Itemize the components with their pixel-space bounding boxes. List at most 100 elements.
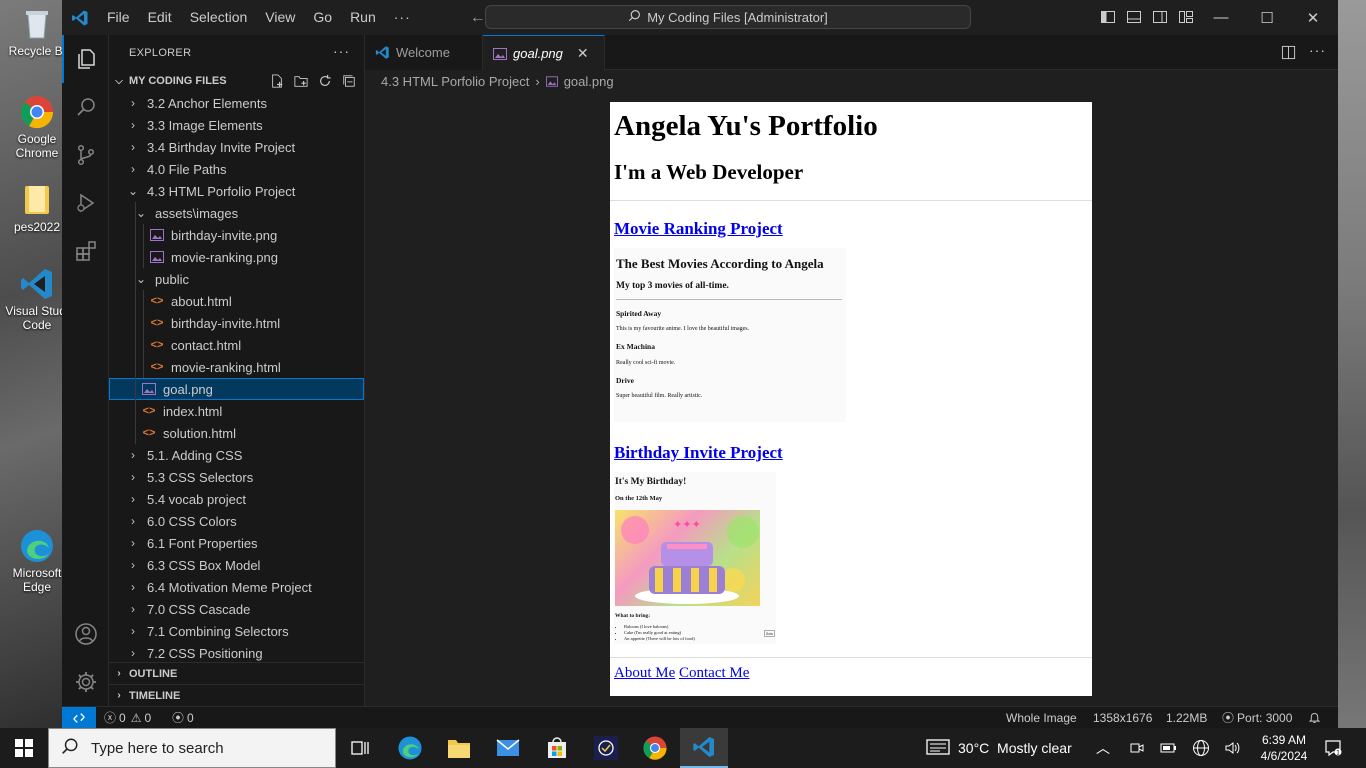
tree-folder-item[interactable]: › 5.4 vocab project — [109, 488, 364, 510]
collapse-all-icon[interactable] — [340, 73, 358, 89]
volume-icon[interactable] — [1224, 728, 1242, 768]
tree-folder-item[interactable]: › 4.0 File Paths — [109, 158, 364, 180]
tab-goal-png[interactable]: goal.png ✕ — [483, 35, 605, 71]
html-file-icon: <> — [142, 427, 156, 439]
tree-folder-item[interactable]: ⌄ assets\images — [109, 202, 364, 224]
split-editor-icon[interactable] — [1281, 45, 1296, 65]
microsoft-store-icon[interactable] — [533, 728, 581, 768]
tree-folder-item[interactable]: › 6.3 CSS Box Model — [109, 554, 364, 576]
toggle-secondary-sidebar-icon[interactable] — [1152, 9, 1168, 25]
tree-item-label: index.html — [163, 403, 223, 419]
tree-file-item[interactable]: birthday-invite.png — [109, 224, 364, 246]
divider — [610, 200, 1092, 201]
image-preview[interactable]: Angela Yu's Portfolio I'm a Web Develope… — [610, 102, 1092, 696]
pes-game-icon[interactable] — [582, 728, 630, 768]
tree-folder-item[interactable]: › 7.0 CSS Cascade — [109, 598, 364, 620]
outline-section-header[interactable]: › OUTLINE — [109, 662, 364, 684]
source-control-icon[interactable] — [62, 131, 109, 179]
manage-gear-icon[interactable] — [62, 658, 109, 706]
clock[interactable]: 6:39 AM 4/6/2024 — [1252, 728, 1316, 768]
menu-edit[interactable]: Edit — [139, 0, 181, 35]
tree-file-item[interactable]: <> index.html — [109, 400, 364, 422]
maximize-icon[interactable]: ☐ — [1244, 0, 1290, 35]
customize-layout-icon[interactable] — [1178, 9, 1194, 25]
tab-welcome[interactable]: Welcome — [365, 35, 483, 70]
close-tab-icon[interactable]: ✕ — [577, 45, 589, 62]
tree-folder-item[interactable]: › 3.4 Birthday Invite Project — [109, 136, 364, 158]
sidebar-more-icon[interactable]: ··· — [333, 43, 350, 59]
chevron-right-icon: › — [131, 602, 135, 616]
vscode-logo-icon — [62, 0, 98, 35]
problems-indicator[interactable]: ⓧ 0 ⚠ 0 — [104, 707, 151, 728]
new-file-icon[interactable] — [268, 73, 286, 89]
meet-now-icon[interactable] — [1129, 728, 1145, 768]
task-view-icon[interactable] — [336, 728, 384, 768]
menu-run[interactable]: Run — [341, 0, 385, 35]
file-explorer-icon[interactable] — [435, 728, 483, 768]
tree-item-label: 7.2 CSS Positioning — [147, 645, 263, 661]
tree-folder-item[interactable]: › 5.3 CSS Selectors — [109, 466, 364, 488]
image-file-icon — [149, 250, 165, 264]
tree-file-item[interactable]: <> movie-ranking.html — [109, 356, 364, 378]
breadcrumb-file[interactable]: goal.png — [564, 74, 614, 89]
accounts-icon[interactable] — [62, 610, 109, 658]
toggle-primary-sidebar-icon[interactable] — [1100, 9, 1116, 25]
tree-item-label: 3.3 Image Elements — [147, 117, 263, 133]
chevron-right-icon: › — [131, 470, 135, 484]
battery-network-icon[interactable] — [1160, 728, 1178, 768]
timeline-section-header[interactable]: › TIMELINE — [109, 684, 364, 706]
start-windows-icon[interactable] — [0, 728, 48, 768]
new-folder-icon[interactable] — [292, 73, 310, 89]
tree-folder-item[interactable]: › 3.3 Image Elements — [109, 114, 364, 136]
menu-more-icon[interactable]: ··· — [385, 0, 420, 35]
tree-folder-item[interactable]: › 3.2 Anchor Elements — [109, 92, 364, 114]
command-center[interactable]: My Coding Files [Administrator] — [485, 5, 971, 29]
tree-file-item[interactable]: <> solution.html — [109, 422, 364, 444]
image-zoom-status[interactable]: Whole Image — [1006, 707, 1077, 728]
weather-widget[interactable]: 30°C Mostly clear — [926, 728, 1072, 768]
editor-more-actions-icon[interactable]: ··· — [1309, 42, 1326, 58]
search-icon[interactable] — [62, 83, 109, 131]
show-hidden-icons-chevron-up-icon[interactable]: ︿ — [1096, 728, 1110, 768]
close-window-icon[interactable]: ✕ — [1290, 0, 1336, 35]
edge-taskbar-icon[interactable] — [386, 728, 434, 768]
breadcrumb-folder[interactable]: 4.3 HTML Porfolio Project — [381, 74, 529, 89]
tree-file-item[interactable]: <> about.html — [109, 290, 364, 312]
chrome-taskbar-icon[interactable] — [631, 728, 679, 768]
tree-folder-item[interactable]: ⌄ public — [109, 268, 364, 290]
tree-folder-item[interactable]: › 6.4 Motivation Meme Project — [109, 576, 364, 598]
workspace-folder-header[interactable]: ⌵ MY CODING FILES — [109, 70, 364, 92]
menu-selection[interactable]: Selection — [181, 0, 257, 35]
menu-file[interactable]: File — [98, 0, 139, 35]
tree-folder-item[interactable]: › 5.1. Adding CSS — [109, 444, 364, 466]
extensions-icon[interactable] — [62, 227, 109, 275]
tab-label: goal.png — [513, 46, 563, 61]
mail-icon[interactable] — [484, 728, 532, 768]
tree-folder-item[interactable]: › 7.1 Combining Selectors — [109, 620, 364, 642]
minimize-icon[interactable]: — — [1198, 0, 1244, 35]
explorer-icon[interactable] — [62, 35, 109, 83]
notifications-bell-icon[interactable] — [1308, 707, 1321, 728]
folder-actions — [268, 73, 358, 89]
tree-folder-item[interactable]: › 7.2 CSS Positioning — [109, 642, 364, 664]
taskbar-search-box[interactable]: Type here to search — [48, 728, 336, 768]
sidebar-title: EXPLORER — [129, 46, 192, 59]
tree-folder-item[interactable]: › 6.1 Font Properties — [109, 532, 364, 554]
tree-file-item[interactable]: <> contact.html — [109, 334, 364, 356]
notification-center-icon[interactable]: 1 — [1324, 728, 1342, 768]
remote-indicator-icon[interactable] — [62, 707, 96, 728]
globe-network-icon[interactable] — [1192, 728, 1210, 768]
menu-view[interactable]: View — [256, 0, 304, 35]
vscode-taskbar-icon[interactable] — [680, 728, 728, 768]
tree-file-item[interactable]: goal.png — [109, 378, 364, 400]
tree-file-item[interactable]: <> birthday-invite.html — [109, 312, 364, 334]
tree-folder-item[interactable]: › 6.0 CSS Colors — [109, 510, 364, 532]
ports-indicator[interactable]: ⦿ 0 — [172, 707, 194, 728]
tree-folder-item[interactable]: ⌄ 4.3 HTML Porfolio Project — [109, 180, 364, 202]
toggle-panel-icon[interactable] — [1126, 9, 1142, 25]
tree-file-item[interactable]: movie-ranking.png — [109, 246, 364, 268]
menu-go[interactable]: Go — [304, 0, 341, 35]
run-debug-icon[interactable] — [62, 179, 109, 227]
live-server-port[interactable]: ⦿ Port: 3000 — [1222, 707, 1292, 728]
refresh-icon[interactable] — [316, 73, 334, 89]
